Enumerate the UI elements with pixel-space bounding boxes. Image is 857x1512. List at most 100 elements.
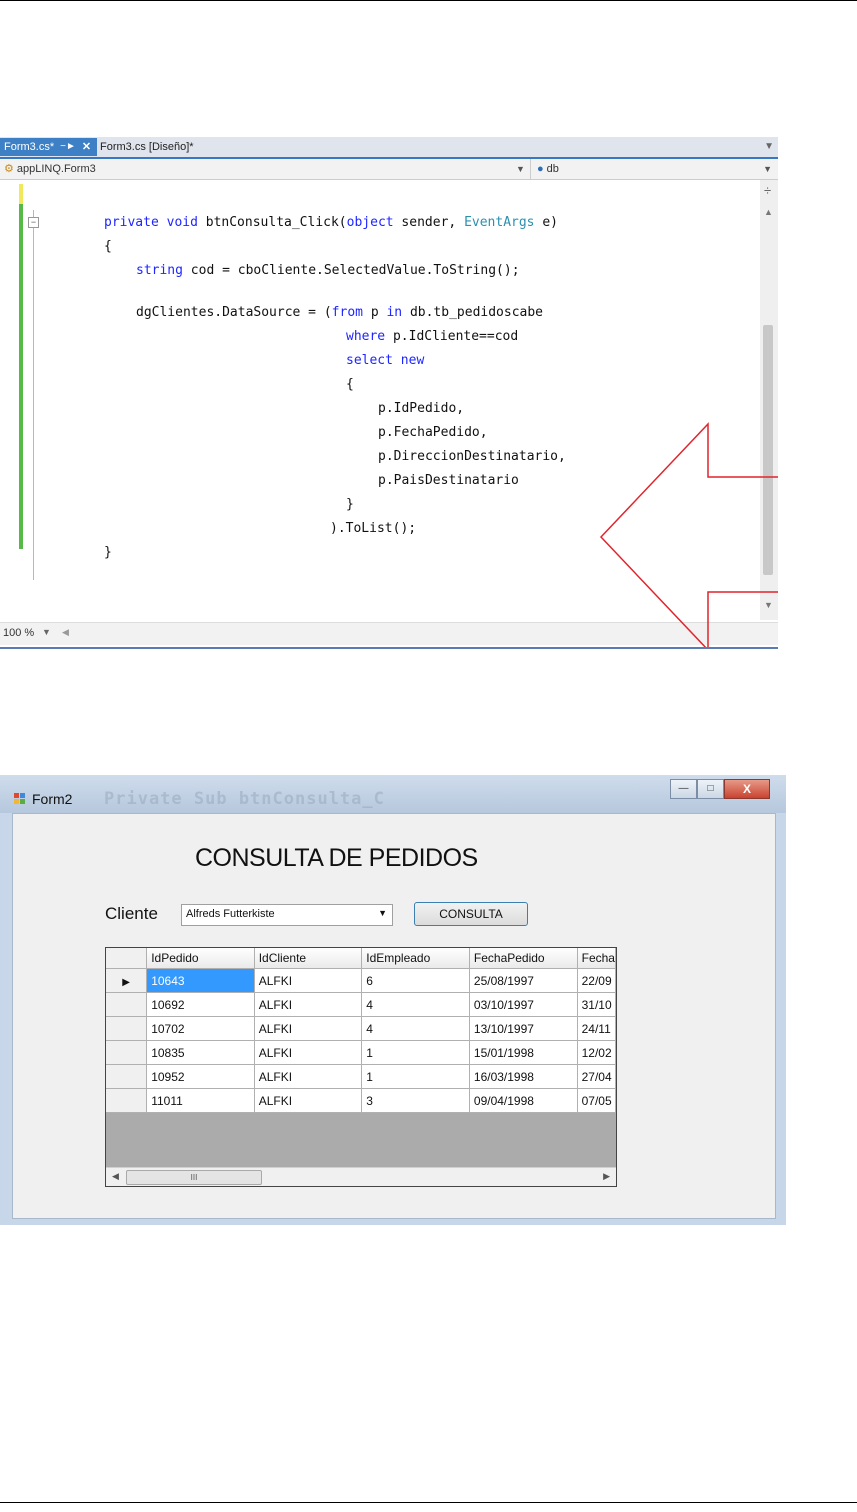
scroll-up-icon[interactable]: ▲ bbox=[764, 207, 773, 217]
chevron-down-icon[interactable]: ▼ bbox=[516, 159, 525, 179]
scroll-right-icon[interactable]: ▶ bbox=[603, 1171, 610, 1182]
column-header-idpedido[interactable]: IdPedido bbox=[146, 948, 255, 969]
datagrid-body: ▶ 10643 ALFKI 6 25/08/1997 22/09 10692 ALFKI 4 03… bbox=[106, 968, 616, 1113]
outline-guide bbox=[33, 210, 34, 580]
code-line: p.FechaPedido, bbox=[378, 425, 488, 440]
type-dropdown[interactable]: ⚙ appLINQ.Form3 bbox=[4, 159, 96, 179]
app-icon bbox=[14, 793, 25, 804]
red-arrow-annotation bbox=[599, 422, 778, 647]
code-token: EventArgs bbox=[464, 215, 535, 230]
member-dropdown[interactable]: ● db bbox=[530, 159, 559, 179]
tab-form3-design[interactable]: Form3.cs [Diseño]* bbox=[96, 138, 198, 156]
column-header-fechapedido[interactable]: FechaPedido bbox=[469, 948, 578, 969]
cliente-label: Cliente bbox=[105, 904, 158, 923]
table-cell[interactable]: 10692 bbox=[146, 992, 255, 1017]
class-icon: ⚙ bbox=[4, 163, 14, 175]
code-line: p.DireccionDestinatario, bbox=[378, 449, 566, 464]
code-line: private void btnConsulta_Click(object se… bbox=[104, 215, 558, 230]
table-cell[interactable]: 1 bbox=[361, 1040, 470, 1065]
datagrid-header-row: IdPedido IdCliente IdEmpleado FechaPedido Fe… bbox=[106, 948, 616, 969]
table-cell[interactable]: 4 bbox=[361, 1016, 470, 1041]
maximize-button[interactable]: □ bbox=[697, 779, 724, 799]
row-header[interactable] bbox=[106, 1064, 148, 1089]
code-token: string bbox=[136, 263, 191, 278]
chevron-down-icon[interactable]: ▼ bbox=[378, 908, 387, 918]
table-cell[interactable]: 22/09 bbox=[577, 968, 616, 993]
orders-datagrid[interactable]: IdPedido IdCliente IdEmpleado FechaPedido Fe… bbox=[105, 947, 617, 1187]
code-token: in bbox=[386, 305, 410, 320]
row-header[interactable] bbox=[106, 992, 148, 1017]
row-header[interactable] bbox=[106, 1040, 148, 1065]
table-cell[interactable]: 07/05 bbox=[577, 1088, 616, 1113]
row-header[interactable]: ▶ bbox=[106, 968, 148, 993]
table-cell[interactable]: ALFKI bbox=[254, 1016, 363, 1041]
table-cell[interactable]: ALFKI bbox=[254, 1064, 363, 1089]
cliente-combobox[interactable]: Alfreds Futterkiste ▼ bbox=[181, 904, 393, 926]
minimize-button[interactable]: — bbox=[670, 779, 697, 799]
table-cell[interactable]: 12/02 bbox=[577, 1040, 616, 1065]
table-cell[interactable]: 24/11 bbox=[577, 1016, 616, 1041]
table-row[interactable]: 11011 ALFKI 3 09/04/1998 07/05 bbox=[106, 1088, 616, 1113]
scroll-left-icon[interactable]: ◀ bbox=[62, 627, 69, 638]
table-cell[interactable]: 10835 bbox=[146, 1040, 255, 1065]
table-cell[interactable]: 11011 bbox=[146, 1088, 255, 1113]
table-cell[interactable]: 27/04 bbox=[577, 1064, 616, 1089]
tab-label: Form3.cs [Diseño]* bbox=[100, 141, 194, 153]
table-cell[interactable]: 09/04/1998 bbox=[469, 1088, 578, 1113]
tab-form3-cs[interactable]: Form3.cs* −► ✕ bbox=[0, 138, 98, 156]
scroll-thumb[interactable]: III bbox=[126, 1170, 262, 1185]
table-cell[interactable]: 6 bbox=[361, 968, 470, 993]
form2-window: Form2 Private Sub btnConsulta_C — □ X CO… bbox=[0, 775, 786, 1225]
scroll-left-icon[interactable]: ◀ bbox=[112, 1171, 119, 1182]
column-header-idcliente[interactable]: IdCliente bbox=[254, 948, 363, 969]
table-row[interactable]: 10692 ALFKI 4 03/10/1997 31/10 bbox=[106, 992, 616, 1017]
code-token: from bbox=[331, 305, 371, 320]
row-header[interactable] bbox=[106, 1088, 148, 1113]
consulta-button[interactable]: CONSULTA bbox=[414, 902, 528, 926]
code-line: where p.IdCliente==cod bbox=[346, 329, 518, 344]
pin-icon[interactable]: −► bbox=[60, 138, 76, 156]
page-bottom-rule bbox=[0, 1502, 857, 1503]
table-cell[interactable]: ALFKI bbox=[254, 1040, 363, 1065]
table-row[interactable]: 10835 ALFKI 1 15/01/1998 12/02 bbox=[106, 1040, 616, 1065]
table-cell[interactable]: 25/08/1997 bbox=[469, 968, 578, 993]
splitter-icon[interactable]: ÷ bbox=[764, 184, 771, 197]
tab-overflow-icon[interactable]: ▼ bbox=[764, 138, 774, 156]
datagrid-horizontal-scrollbar[interactable]: ◀ III ▶ bbox=[106, 1167, 616, 1186]
table-cell[interactable]: 03/10/1997 bbox=[469, 992, 578, 1017]
code-line: ).ToList(); bbox=[330, 521, 417, 536]
table-cell[interactable]: ALFKI bbox=[254, 992, 363, 1017]
code-line: select new bbox=[346, 353, 425, 368]
table-cell[interactable]: 10702 bbox=[146, 1016, 255, 1041]
table-cell[interactable]: 13/10/1997 bbox=[469, 1016, 578, 1041]
row-header[interactable] bbox=[106, 1016, 148, 1041]
collapse-icon[interactable]: − bbox=[28, 217, 39, 228]
member-dropdown-value: db bbox=[546, 163, 559, 175]
table-cell[interactable]: 10643 bbox=[146, 968, 255, 993]
table-cell[interactable]: 16/03/1998 bbox=[469, 1064, 578, 1089]
code-token: db.tb_pedidoscabe bbox=[409, 305, 544, 320]
column-header-idempleado[interactable]: IdEmpleado bbox=[361, 948, 470, 969]
table-row[interactable]: ▶ 10643 ALFKI 6 25/08/1997 22/09 bbox=[106, 968, 616, 993]
zoom-level[interactable]: 100 % bbox=[3, 627, 34, 639]
table-cell[interactable]: 15/01/1998 bbox=[469, 1040, 578, 1065]
code-token: object bbox=[346, 215, 394, 230]
table-cell[interactable]: ALFKI bbox=[254, 968, 363, 993]
close-icon[interactable]: ✕ bbox=[82, 138, 91, 156]
chevron-down-icon[interactable]: ▼ bbox=[42, 627, 51, 637]
table-cell[interactable]: ALFKI bbox=[254, 1088, 363, 1113]
table-row[interactable]: 10702 ALFKI 4 13/10/1997 24/11 bbox=[106, 1016, 616, 1041]
column-header-fecha[interactable]: Fecha bbox=[577, 948, 616, 969]
table-row[interactable]: 10952 ALFKI 1 16/03/1998 27/04 bbox=[106, 1064, 616, 1089]
page-top-rule bbox=[0, 0, 857, 1]
close-button[interactable]: X bbox=[724, 779, 770, 799]
window-titlebar[interactable]: Form2 Private Sub btnConsulta_C — □ X bbox=[0, 775, 786, 813]
chevron-down-icon[interactable]: ▼ bbox=[763, 159, 772, 179]
form-client-area: CONSULTA DE PEDIDOS Cliente Alfreds Futt… bbox=[12, 813, 776, 1219]
table-cell[interactable]: 31/10 bbox=[577, 992, 616, 1017]
table-cell[interactable]: 4 bbox=[361, 992, 470, 1017]
table-cell[interactable]: 10952 bbox=[146, 1064, 255, 1089]
code-token: cod = cboCliente.SelectedValue.ToString(… bbox=[190, 263, 520, 278]
table-cell[interactable]: 1 bbox=[361, 1064, 470, 1089]
table-cell[interactable]: 3 bbox=[361, 1088, 470, 1113]
